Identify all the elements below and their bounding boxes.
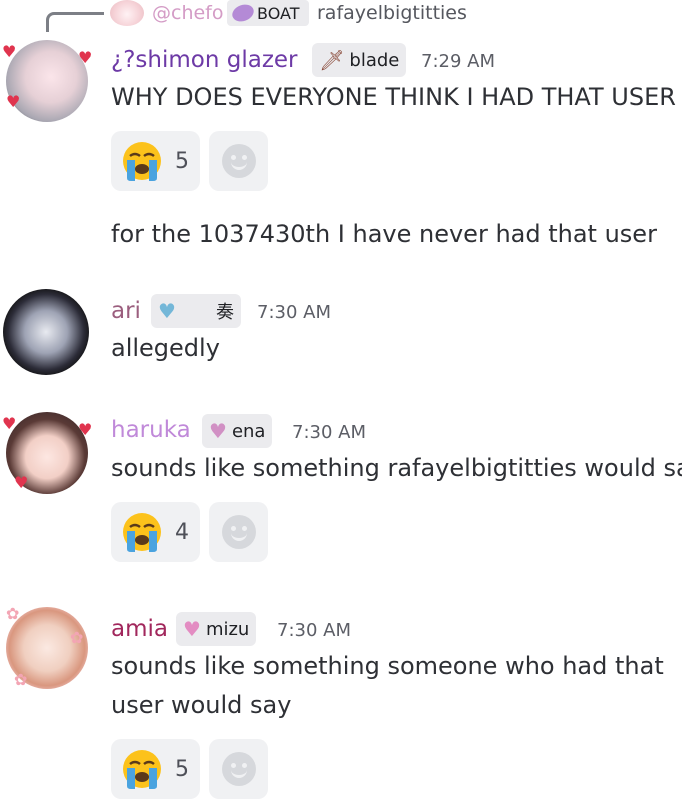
username[interactable]: haruka [111,415,191,445]
sword-icon: 🗡 [319,48,345,72]
timestamp: 7:29 AM [421,51,495,72]
reaction-pill[interactable]: 4 [111,502,200,562]
reply-preview-text[interactable]: rafayelbigtitties [317,0,467,26]
message-text: WHY DOES EVERYONE THINK I HAD THAT USER [111,83,676,111]
reply-connector-line [46,12,104,32]
message-text: for the 1037430th I have never had that … [111,220,657,248]
guild-tag[interactable]: ♥ mizu [176,612,257,646]
flower-icon: ✿ [6,604,20,623]
timestamp: 7:30 AM [292,422,366,443]
guild-tag[interactable]: ♥ ena [202,414,273,448]
flower-icon: ✿ [70,628,84,647]
heart-icon: ♥ [14,473,29,492]
heart-icon: ♥ [78,48,93,67]
gem-icon [229,1,257,25]
add-reaction-button[interactable] [209,131,268,191]
reaction-count: 4 [175,519,189,545]
heart-gem-icon: ♥ [183,617,201,641]
reaction-pill[interactable]: 5 [111,131,200,191]
heart-gem-icon: ♥ [158,299,176,323]
timestamp: 7:30 AM [277,620,351,641]
message-text: sounds like something someone who had th… [111,652,664,680]
add-reaction-icon [221,515,256,549]
heart-icon: ♥ [78,420,93,439]
reply-guild-tag[interactable]: BOAT [227,0,309,26]
guild-tag-label: 奏 [216,302,234,323]
add-reaction-button[interactable] [209,502,268,562]
message-text: user would say [111,691,292,719]
heart-icon: ♥ [6,92,21,111]
heart-gem-icon: ♥ [209,419,227,443]
crying-face-icon [121,140,163,182]
guild-tag-label: ena [231,420,266,442]
message-text: allegedly [111,334,220,362]
timestamp: 7:30 AM [257,302,331,323]
message-text: sounds like something rafayelbigtitties … [111,454,682,482]
guild-tag-label: mizu [205,618,250,640]
reply-username[interactable]: @chefo [152,0,224,26]
crying-face-icon [121,748,163,790]
username[interactable]: ari [111,296,141,326]
guild-tag-label: blade [349,49,400,71]
guild-tag[interactable]: 🗡 blade [312,43,407,77]
reply-avatar[interactable] [110,0,144,26]
heart-icon: ♥ [2,414,17,433]
reaction-count: 5 [175,756,189,782]
reply-tag-label: BOAT [257,3,300,23]
reaction-count: 5 [175,148,189,174]
crying-face-icon [121,511,163,553]
add-reaction-button[interactable] [209,739,268,799]
username[interactable]: ¿?shimon glazer [111,45,298,75]
guild-tag[interactable]: ♥ 奏 [151,294,241,328]
username[interactable]: amia [111,614,168,644]
flower-icon: ✿ [14,670,28,689]
avatar[interactable] [3,289,89,375]
add-reaction-icon [221,144,256,178]
add-reaction-icon [221,752,256,786]
heart-icon: ♥ [2,42,17,61]
reaction-pill[interactable]: 5 [111,739,200,799]
